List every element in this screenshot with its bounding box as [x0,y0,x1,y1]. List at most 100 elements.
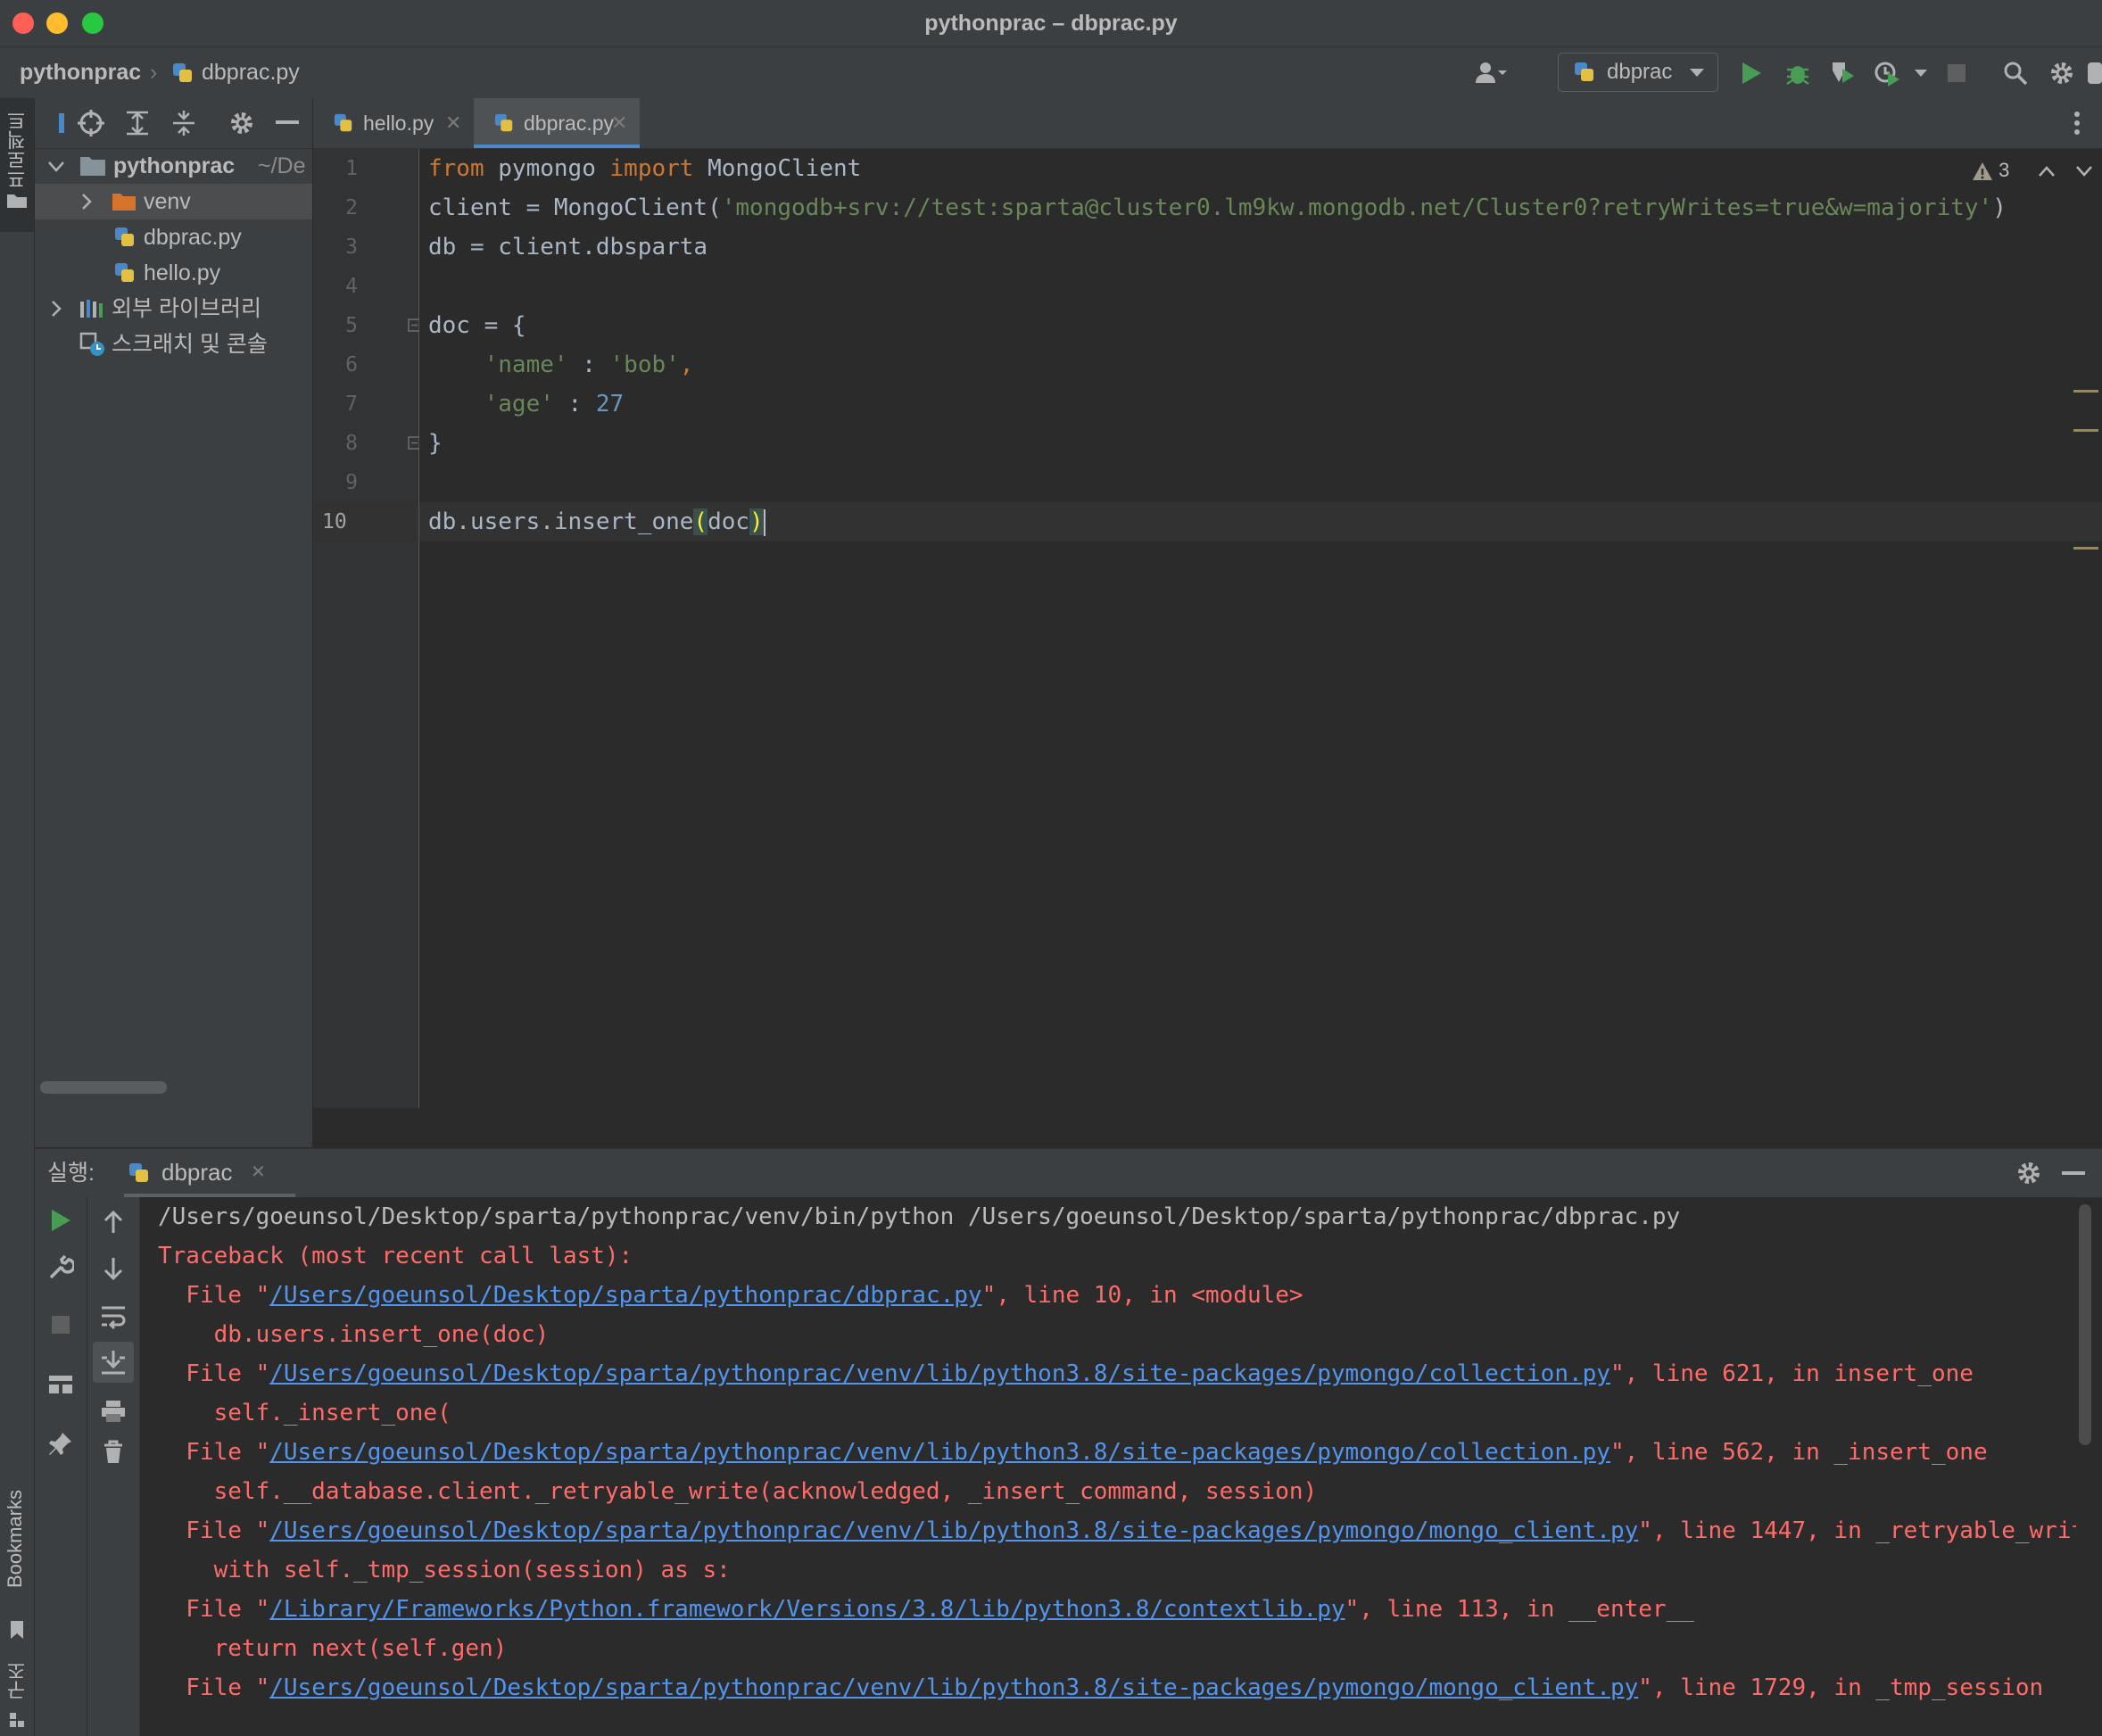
console-frame-code: with self._tmp_session(session) as s: [158,1557,731,1583]
tree-item-venv[interactable]: venv [35,184,312,219]
chevron-up-icon[interactable] [2038,165,2056,178]
python-file-icon [171,47,194,98]
run-tab-dbprac[interactable]: dbprac ✕ [124,1149,295,1197]
text-caret [763,508,765,536]
code-line-8: } [428,430,443,457]
tab-label: hello.py [363,112,434,135]
soft-wrap-icon[interactable] [100,1304,127,1329]
more-run-options-icon[interactable] [1904,56,1938,90]
project-toolbar [35,98,312,149]
more-tabs-icon[interactable] [2073,111,2081,136]
search-icon[interactable] [1999,56,2032,90]
python-file-icon [115,263,134,282]
close-tab-icon[interactable]: ✕ [611,98,627,148]
tree-item-external-libraries[interactable]: 외부 라이브러리 [35,291,312,327]
run-console[interactable]: /Users/goeunsol/Desktop/sparta/pythonpra… [140,1197,2076,1736]
wrench-icon[interactable] [47,1254,74,1281]
bookmarks-label: Bookmarks [4,1490,26,1589]
python-icon [1575,62,1593,81]
print-icon[interactable] [100,1399,127,1424]
hide-panel-icon[interactable] [276,120,299,126]
tab-dbprac-py[interactable]: dbprac.py ✕ [474,98,640,148]
project-horizontal-scrollbar[interactable] [40,1081,167,1094]
warning-count: 3 [1999,159,2010,181]
excluded-folder-icon [112,194,136,211]
console-frame-code: self._insert_one( [158,1400,451,1426]
scratches-icon [79,332,104,356]
arrow-up-icon[interactable] [102,1210,125,1235]
tree-item-label: hello.py [144,260,221,285]
editor-gutter: 1 2 3 4 5 6 7 8 9 10 [313,149,421,1108]
warning-icon [1973,162,1992,181]
console-vertical-scrollbar[interactable] [2079,1204,2091,1445]
console-frame-code: self.__database.client._retryable_write(… [158,1478,1318,1505]
account-icon[interactable] [1474,56,1508,90]
chevron-down-icon[interactable] [2075,165,2093,178]
editor-tabs-bar: hello.py ✕ dbprac.py ✕ [313,98,2102,149]
warning-stripe-marker[interactable] [2073,390,2098,393]
breadcrumb-file[interactable]: dbprac.py [202,47,300,98]
warning-stripe-marker[interactable] [2073,547,2098,550]
expand-all-icon[interactable] [124,110,151,136]
console-traceback-header: Traceback (most recent call last): [158,1243,633,1269]
rerun-icon[interactable] [49,1208,72,1233]
panel-indicator-icon [59,113,64,133]
close-run-tab-icon[interactable]: ✕ [251,1149,266,1195]
tree-item-scratches[interactable]: 스크래치 및 콘솔 [35,327,312,362]
run-configuration-select[interactable]: dbprac [1558,53,1718,92]
console-file-link[interactable]: /Users/goeunsol/Desktop/sparta/pythonpra… [269,1360,1610,1387]
tree-item-label: 스크래치 및 콘솔 [112,332,268,357]
console-frame-code: db.users.insert_one(doc) [158,1321,550,1348]
breadcrumb-project[interactable]: pythonprac [20,47,141,98]
line-number: 7 [345,393,358,416]
tab-hello-py[interactable]: hello.py ✕ [313,98,472,148]
run-panel-header: 실행: dbprac ✕ [35,1148,2102,1198]
tree-item-hello[interactable]: hello.py [35,255,312,291]
code-line-10: db.users.insert_one(doc) [428,508,765,536]
layout-icon[interactable] [48,1374,73,1395]
console-file-link[interactable]: /Users/goeunsol/Desktop/sparta/pythonpra… [269,1674,1638,1701]
console-file-link[interactable]: /Library/Frameworks/Python.framework/Ver… [269,1596,1345,1623]
close-tab-icon[interactable]: ✕ [445,98,461,148]
console-command-line: /Users/goeunsol/Desktop/sparta/pythonpra… [158,1203,1681,1230]
bookmarks-tool-tab[interactable]: Bookmarks [0,1490,34,1641]
arrow-down-icon[interactable] [102,1256,125,1281]
scroll-to-end-toggle[interactable] [93,1342,134,1383]
structure-tool-tab[interactable]: 구조 [0,1661,34,1736]
code-editor[interactable]: from pymongo import MongoClient client =… [419,149,2102,1108]
stop-icon [1940,56,1974,90]
inspection-widget[interactable]: 3 [1972,160,2009,181]
pin-icon[interactable] [48,1431,73,1458]
run-icon[interactable] [1734,56,1768,90]
coverage-icon[interactable] [1825,56,1859,90]
tree-item-dbprac[interactable]: dbprac.py [35,219,312,255]
navigation-bar: pythonprac › dbprac.py dbprac [0,47,2102,99]
chevron-right-icon [52,301,62,317]
console-file-link[interactable]: /Users/goeunsol/Desktop/sparta/pythonpra… [269,1517,1638,1544]
project-settings-gear-icon[interactable] [228,110,255,136]
profile-icon[interactable] [1870,56,1904,90]
collapse-all-icon[interactable] [170,110,197,136]
code-with-me-icon[interactable] [2084,56,2102,90]
trash-icon[interactable] [103,1440,124,1465]
locate-file-icon[interactable] [77,109,105,137]
tree-root-pythonprac[interactable]: pythonprac ~/De [35,148,312,184]
line-number: 8 [345,432,358,455]
code-line-2: client = MongoClient('mongodb+srv://test… [428,194,2007,221]
hide-run-panel-icon[interactable] [2062,1171,2085,1177]
bookmark-icon [11,1621,23,1639]
tree-item-label: 외부 라이브러리 [112,296,261,321]
project-tool-label: 프로젝트 [6,111,29,189]
console-frame-file: File "/Users/goeunsol/Desktop/sparta/pyt… [158,1282,1303,1309]
console-file-link[interactable]: /Users/goeunsol/Desktop/sparta/pythonpra… [269,1282,981,1309]
tab-label: dbprac.py [524,112,615,135]
project-tool-tab[interactable]: 프로젝트 [0,98,34,232]
line-number: 6 [345,353,358,376]
line-number: 4 [345,275,358,298]
debug-icon[interactable] [1781,56,1815,90]
tree-item-label: dbprac.py [144,225,242,250]
warning-stripe-marker[interactable] [2073,429,2098,432]
run-settings-gear-icon[interactable] [2016,1161,2041,1186]
settings-gear-icon[interactable] [2045,56,2079,90]
console-file-link[interactable]: /Users/goeunsol/Desktop/sparta/pythonpra… [269,1439,1610,1466]
